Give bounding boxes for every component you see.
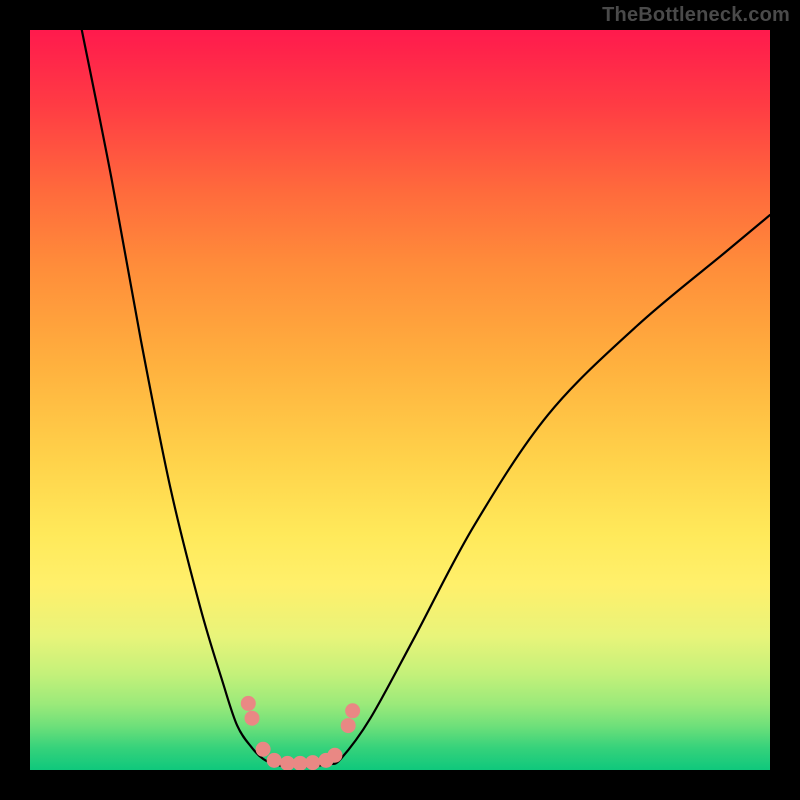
- valley-dot: [241, 696, 256, 711]
- valley-dot: [245, 711, 260, 726]
- watermark-text: TheBottleneck.com: [602, 4, 790, 27]
- valley-dot: [327, 748, 342, 763]
- valley-dot: [341, 718, 356, 733]
- valley-dot: [305, 755, 320, 770]
- valley-dot: [345, 703, 360, 718]
- bottleneck-curve: [82, 30, 770, 766]
- valley-dot: [267, 753, 282, 768]
- plot-area: [30, 30, 770, 770]
- valley-dot: [256, 742, 271, 757]
- chart-stage: TheBottleneck.com: [0, 0, 800, 800]
- curve-svg: [30, 30, 770, 770]
